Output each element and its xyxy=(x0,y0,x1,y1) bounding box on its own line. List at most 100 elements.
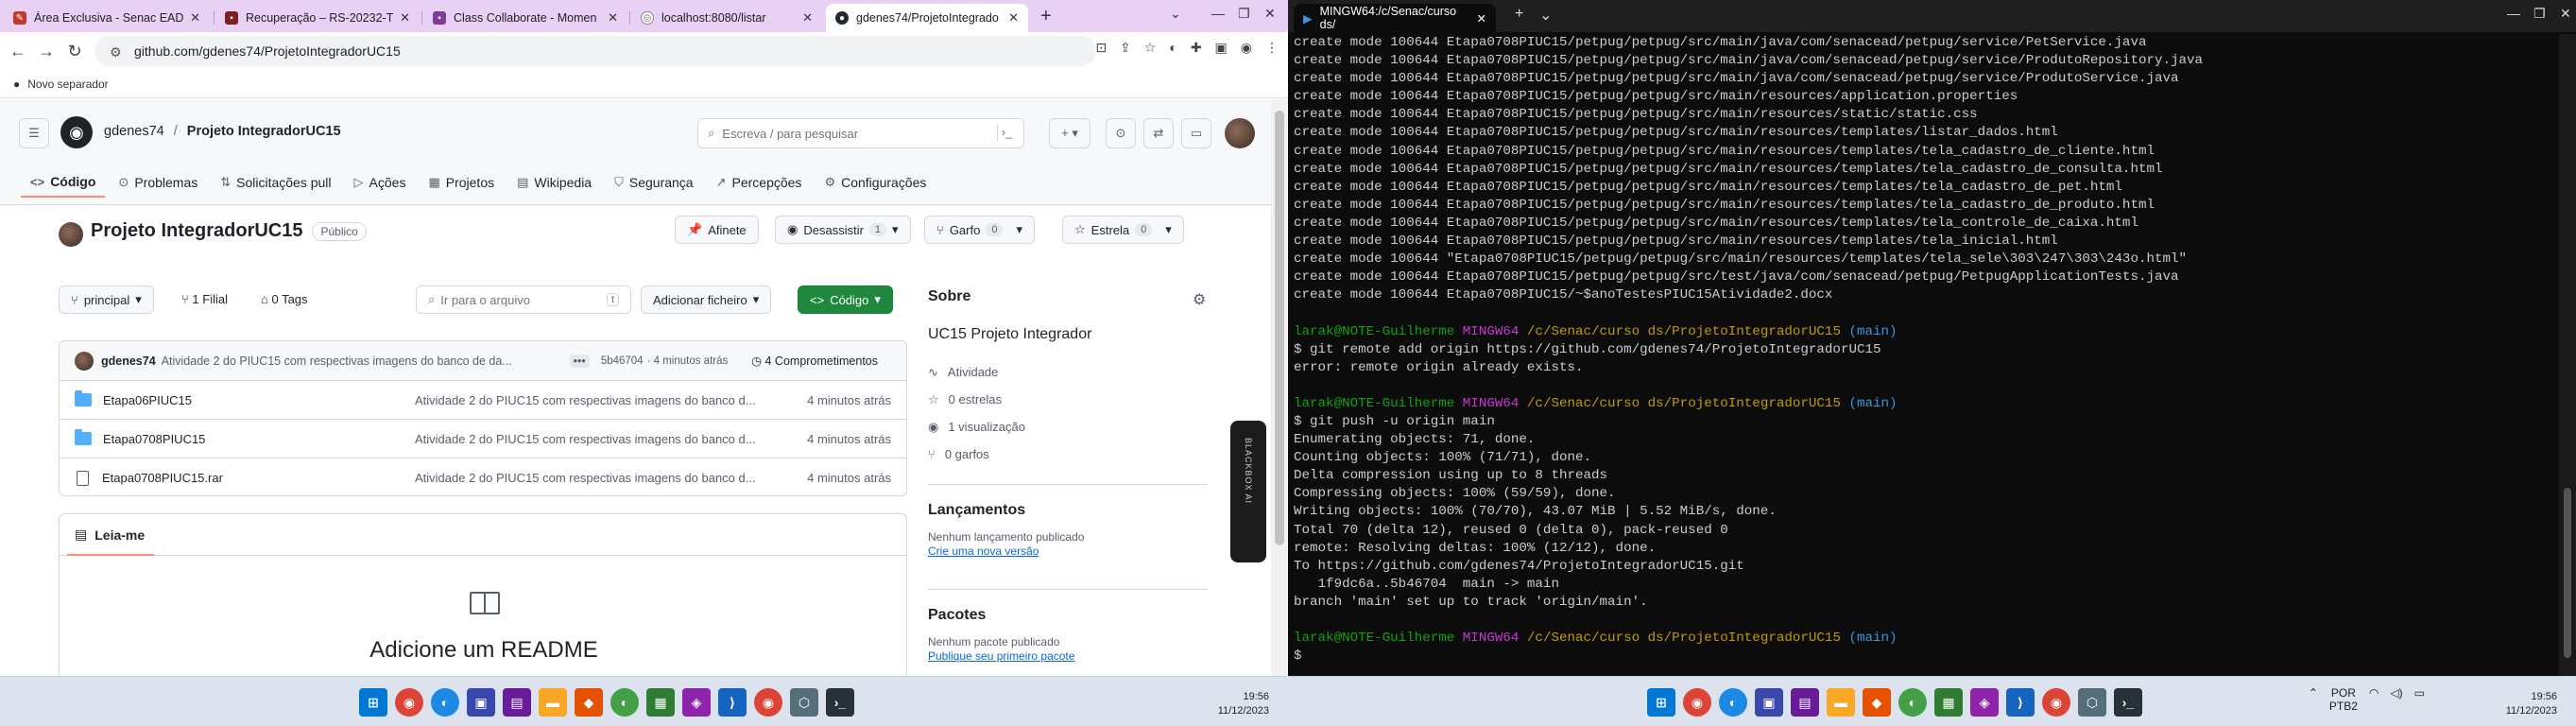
file-commit-message[interactable]: Atividade 2 do PIUC15 com respectivas im… xyxy=(415,393,783,407)
table-row[interactable]: Etapa0708PIUC15 Atividade 2 do PIUC15 co… xyxy=(60,420,906,458)
browser-tab-4[interactable]: ◎ localhost:8080/listar ✕ xyxy=(631,4,822,32)
app-icon[interactable]: ▤ xyxy=(503,688,531,717)
unwatch-button[interactable]: ◉ Desassistir 1 ▾ xyxy=(775,216,911,244)
close-window-icon[interactable]: ✕ xyxy=(2560,6,2571,22)
browser-tab-3[interactable]: ▪ Class Collaborate - Momen ✕ xyxy=(423,4,627,32)
app-icon[interactable]: ▦ xyxy=(1934,688,1963,717)
code-button[interactable]: <> Código ▾ xyxy=(798,285,893,314)
app-icon[interactable]: ◈ xyxy=(1970,688,1999,717)
sidebar-icon[interactable]: ▣ xyxy=(1215,40,1228,56)
app-icon[interactable]: ◆ xyxy=(1863,688,1891,717)
readme-tab[interactable]: ▤ Leia-me xyxy=(60,514,906,556)
close-icon[interactable]: ✕ xyxy=(608,10,618,26)
site-info-icon[interactable]: ⚙ xyxy=(110,44,123,60)
vscode-icon[interactable]: ⟩ xyxy=(2006,688,2035,717)
app-icon[interactable]: ⬡ xyxy=(790,688,818,717)
tab-insights[interactable]: ↗ Percepções xyxy=(707,167,812,198)
terminal-tab-active[interactable]: ▶ MINGW64:/c/Senac/curso ds/ ✕ xyxy=(1294,4,1496,32)
app-icon[interactable]: ▦ xyxy=(646,688,675,717)
app-icon[interactable]: ▣ xyxy=(1755,688,1783,717)
extension-icon[interactable]: ◐ xyxy=(1169,40,1176,56)
publish-package-link[interactable]: Publique seu primeiro pacote xyxy=(928,649,1074,663)
tab-security[interactable]: ⛉ Segurança xyxy=(605,167,702,198)
table-row[interactable]: Etapa0708PIUC15.rar Atividade 2 do PIUC1… xyxy=(60,458,906,495)
inbox-icon[interactable]: ▭ xyxy=(1181,118,1211,148)
chevron-up-icon[interactable]: ⌃ xyxy=(2309,686,2318,713)
scrollbar[interactable] xyxy=(2559,34,2576,676)
command-palette-icon[interactable]: ›_ xyxy=(997,125,1016,142)
tab-settings[interactable]: ⚙ Configurações xyxy=(815,167,936,198)
branches-link[interactable]: ⑂ 1 Filial xyxy=(181,292,228,306)
blackbox-ai-widget[interactable]: BLACKBOX AI xyxy=(1230,421,1266,562)
pin-button[interactable]: 📌 Afinete xyxy=(675,216,759,244)
new-tab-button[interactable]: + xyxy=(1040,6,1052,27)
chrome-icon[interactable]: ◉ xyxy=(1683,688,1711,717)
folder-icon[interactable]: ▬ xyxy=(1827,688,1855,717)
close-icon[interactable]: ✕ xyxy=(400,10,410,26)
table-row[interactable]: Etapa06PIUC15 Atividade 2 do PIUC15 com … xyxy=(60,381,906,420)
tab-code[interactable]: <> Código xyxy=(21,167,106,198)
clock[interactable]: 19:56 11/12/2023 xyxy=(1218,690,1269,718)
browser-tab-1[interactable]: ✎ Área Exclusiva - Senac EAD ✕ xyxy=(4,4,210,32)
share-icon[interactable]: ⇪ xyxy=(1120,40,1131,56)
menu-icon[interactable]: ⋮ xyxy=(1265,40,1279,56)
back-icon[interactable]: ← xyxy=(4,42,32,61)
language-indicator[interactable]: POR PTB2 xyxy=(2329,686,2358,713)
close-icon[interactable]: ✕ xyxy=(190,10,200,26)
tab-issues[interactable]: ⊙ Problemas xyxy=(109,167,207,198)
edge-icon[interactable]: ◐ xyxy=(431,688,459,717)
folder-icon[interactable]: ▬ xyxy=(539,688,567,717)
terminal-icon[interactable]: ›_ xyxy=(2114,688,2142,717)
activity-link[interactable]: ∿ Atividade xyxy=(928,358,1211,386)
new-tab-button[interactable]: + xyxy=(1515,6,1523,23)
tab-wiki[interactable]: ▤ Wikipedia xyxy=(507,167,601,198)
tab-pull-requests[interactable]: ⇅ Solicitações pull xyxy=(211,167,340,198)
app-icon[interactable]: ▣ xyxy=(467,688,495,717)
browser-tab-5-active[interactable]: ● gdenes74/ProjetoIntegrado ✕ xyxy=(826,4,1028,32)
address-bar[interactable]: ⚙ github.com/gdenes74/ProjetoIntegradorU… xyxy=(94,36,1096,66)
forward-icon[interactable]: → xyxy=(32,42,60,61)
stars-link[interactable]: ☆ 0 estrelas xyxy=(928,386,1211,413)
hamburger-menu-icon[interactable]: ☰ xyxy=(19,118,49,148)
commit-author[interactable]: gdenes74 xyxy=(101,354,156,368)
avatar[interactable] xyxy=(1225,118,1255,148)
file-commit-message[interactable]: Atividade 2 do PIUC15 com respectivas im… xyxy=(415,471,783,485)
releases-title[interactable]: Lançamentos xyxy=(928,502,1208,519)
chrome-icon[interactable]: ◉ xyxy=(2042,688,2070,717)
file-name[interactable]: Etapa0708PIUC15 xyxy=(103,432,415,446)
app-icon[interactable]: ◐ xyxy=(1898,688,1927,717)
close-window-icon[interactable]: ✕ xyxy=(1264,6,1276,22)
scrollbar-thumb[interactable] xyxy=(1275,111,1284,545)
commit-message[interactable]: Atividade 2 do PIUC15 com respectivas im… xyxy=(162,354,558,368)
file-name[interactable]: Etapa06PIUC15 xyxy=(103,393,415,407)
minimize-icon[interactable]: — xyxy=(1211,6,1225,21)
install-icon[interactable]: ⊡ xyxy=(1095,40,1107,56)
restore-icon[interactable]: ❐ xyxy=(1238,6,1250,22)
ellipsis-button[interactable]: ••• xyxy=(569,354,590,368)
battery-icon[interactable]: ▭ xyxy=(2414,686,2425,713)
create-new-button[interactable]: + ▾ xyxy=(1049,118,1091,148)
tab-projects[interactable]: ▦ Projetos xyxy=(419,167,504,198)
goto-file-input[interactable]: ⌕ Ir para o arquivo t xyxy=(416,285,631,314)
chrome-icon[interactable]: ◉ xyxy=(754,688,782,717)
app-icon[interactable]: ▤ xyxy=(1791,688,1819,717)
puzzle-icon[interactable]: ✚ xyxy=(1191,40,1202,56)
tab-actions[interactable]: ▷ Ações xyxy=(345,167,416,198)
reload-icon[interactable]: ↻ xyxy=(60,42,89,61)
app-icon[interactable]: ◈ xyxy=(682,688,711,717)
pull-requests-icon[interactable]: ⇄ xyxy=(1143,118,1174,148)
scrollbar[interactable] xyxy=(1271,99,1288,676)
minimize-icon[interactable]: — xyxy=(2507,6,2520,21)
star-button[interactable]: ☆ Estrela 0 ▾ xyxy=(1062,216,1184,244)
commits-link[interactable]: ◷ 4 Comprometimentos xyxy=(751,354,878,368)
tab-search-icon[interactable]: ⌄ xyxy=(1170,6,1181,22)
edge-icon[interactable]: ◐ xyxy=(1719,688,1747,717)
start-icon[interactable]: ⊞ xyxy=(1647,688,1675,717)
watchers-link[interactable]: ◉ 1 visualização xyxy=(928,413,1211,441)
commit-hash[interactable]: 5b46704 xyxy=(601,355,644,367)
branch-select[interactable]: ⑂ principal ▾ xyxy=(59,285,154,314)
file-name[interactable]: Etapa0708PIUC15.rar xyxy=(102,471,414,485)
chevron-down-icon[interactable]: ⌄ xyxy=(1539,6,1552,25)
tags-link[interactable]: ⌂ 0 Tags xyxy=(261,292,308,306)
app-icon[interactable]: ◐ xyxy=(610,688,639,717)
